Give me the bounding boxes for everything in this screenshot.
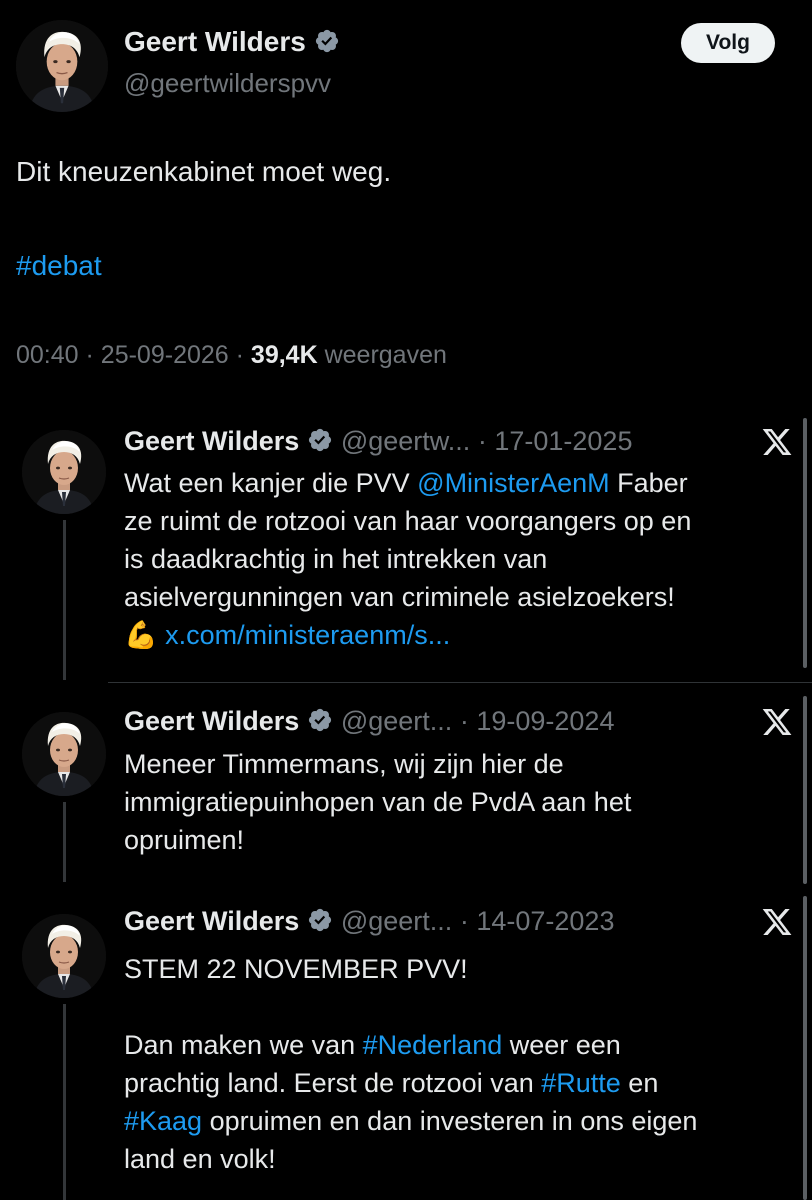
follow-button[interactable]: Volg xyxy=(681,23,775,63)
quote-body: Wat een kanjer die PVV @MinisterAenM Fab… xyxy=(124,464,794,654)
avatar-image xyxy=(16,20,108,112)
quote-body: Meneer Timmermans, wij zijn hier de immi… xyxy=(124,745,794,859)
post-time[interactable]: 00:40 xyxy=(16,341,79,369)
x-logo-icon[interactable] xyxy=(761,706,793,738)
quote-text: Dan maken we van xyxy=(124,1030,363,1060)
quote-date: 17-01-2025 xyxy=(494,426,633,456)
quote-text: opruimen en dan investeren in ons eigen xyxy=(202,1106,698,1136)
author-handle[interactable]: @geertwilderspvv xyxy=(124,68,331,99)
url-link[interactable]: x.com/ministeraenm/s... xyxy=(165,620,450,650)
quote-author-name: Geert Wilders xyxy=(124,426,300,456)
quote-author-name: Geert Wilders xyxy=(124,706,300,736)
quote-handle: @geert... xyxy=(340,906,453,936)
quote-text: land en volk! xyxy=(124,1144,276,1174)
verified-badge-icon xyxy=(307,427,333,453)
meta-separator: · xyxy=(235,341,244,369)
quote-text: prachtig land. Eerst de rotzooi van xyxy=(124,1068,542,1098)
quote-date: 14-07-2023 xyxy=(476,906,615,936)
hashtag-nederland[interactable]: #Nederland xyxy=(363,1030,503,1060)
quote-avatar[interactable] xyxy=(22,712,106,796)
quote-header[interactable]: Geert Wilders @geert... · 14-07-2023 xyxy=(124,906,614,937)
quote-text: Wat een kanjer die PVV xyxy=(124,468,418,498)
meta-separator: · xyxy=(459,706,469,736)
quote-avatar[interactable] xyxy=(22,430,106,514)
scrollbar[interactable] xyxy=(803,418,807,668)
quote-text: en xyxy=(620,1068,659,1098)
quote-avatar[interactable] xyxy=(22,914,106,998)
author-name-row[interactable]: Geert Wilders xyxy=(124,26,340,58)
mention-link[interactable]: @MinisterAenM xyxy=(417,468,609,498)
quote-text: STEM 22 NOVEMBER PVV! xyxy=(124,954,468,984)
quote-header[interactable]: Geert Wilders @geert... · 19-09-2024 xyxy=(124,706,614,737)
verified-badge-icon xyxy=(307,707,333,733)
hashtag-kaag[interactable]: #Kaag xyxy=(124,1106,202,1136)
views-count: 39,4K xyxy=(250,341,318,369)
quote-text: opruimen! xyxy=(124,825,245,855)
thread-line xyxy=(63,802,66,882)
meta-separator: · xyxy=(85,341,94,369)
verified-badge-icon xyxy=(307,907,333,933)
meta-separator: · xyxy=(459,906,469,936)
thread-line xyxy=(63,1004,66,1200)
thread-line xyxy=(63,520,66,680)
divider xyxy=(108,682,812,683)
quote-text: Faber xyxy=(609,468,688,498)
quote-handle: @geert... xyxy=(340,706,453,736)
flexed-biceps-emoji: 💪 xyxy=(124,620,158,650)
scrollbar[interactable] xyxy=(803,896,807,1200)
quote-body: STEM 22 NOVEMBER PVV! Dan maken we van #… xyxy=(124,950,794,1178)
quote-date: 19-09-2024 xyxy=(476,706,615,736)
verified-badge-icon xyxy=(314,28,340,54)
avatar-image xyxy=(22,712,106,796)
post-meta: 00:40 · 25-09-2026 · 39,4K weergaven xyxy=(16,341,447,370)
quote-text: weer een xyxy=(502,1030,621,1060)
post-text: Dit kneuzenkabinet moet weg. xyxy=(16,156,392,187)
x-logo-icon[interactable] xyxy=(761,426,793,458)
hashtag-debat[interactable]: #debat xyxy=(16,250,102,282)
avatar-image xyxy=(22,430,106,514)
quote-header[interactable]: Geert Wilders @geertw... · 17-01-2025 xyxy=(124,426,632,457)
post-date[interactable]: 25-09-2026 xyxy=(101,341,229,369)
views-label: weergaven xyxy=(324,341,447,369)
quote-text: ze ruimt de rotzooi van haar voorgangers… xyxy=(124,506,692,536)
quote-text: immigratiepuinhopen van de PvdA aan het xyxy=(124,787,632,817)
x-logo-icon[interactable] xyxy=(761,906,793,938)
meta-separator: · xyxy=(477,426,487,456)
quote-text: Meneer Timmermans, wij zijn hier de xyxy=(124,749,564,779)
quote-handle: @geertw... xyxy=(340,426,471,456)
author-name[interactable]: Geert Wilders xyxy=(124,26,306,57)
scrollbar[interactable] xyxy=(803,696,807,884)
quote-text: asielvergunningen van criminele asielzoe… xyxy=(124,582,675,612)
avatar-image xyxy=(22,914,106,998)
author-avatar[interactable] xyxy=(16,20,108,112)
hashtag-rutte[interactable]: #Rutte xyxy=(541,1068,621,1098)
quote-author-name: Geert Wilders xyxy=(124,906,300,936)
quote-text: is daadkrachtig in het intrekken van xyxy=(124,544,548,574)
